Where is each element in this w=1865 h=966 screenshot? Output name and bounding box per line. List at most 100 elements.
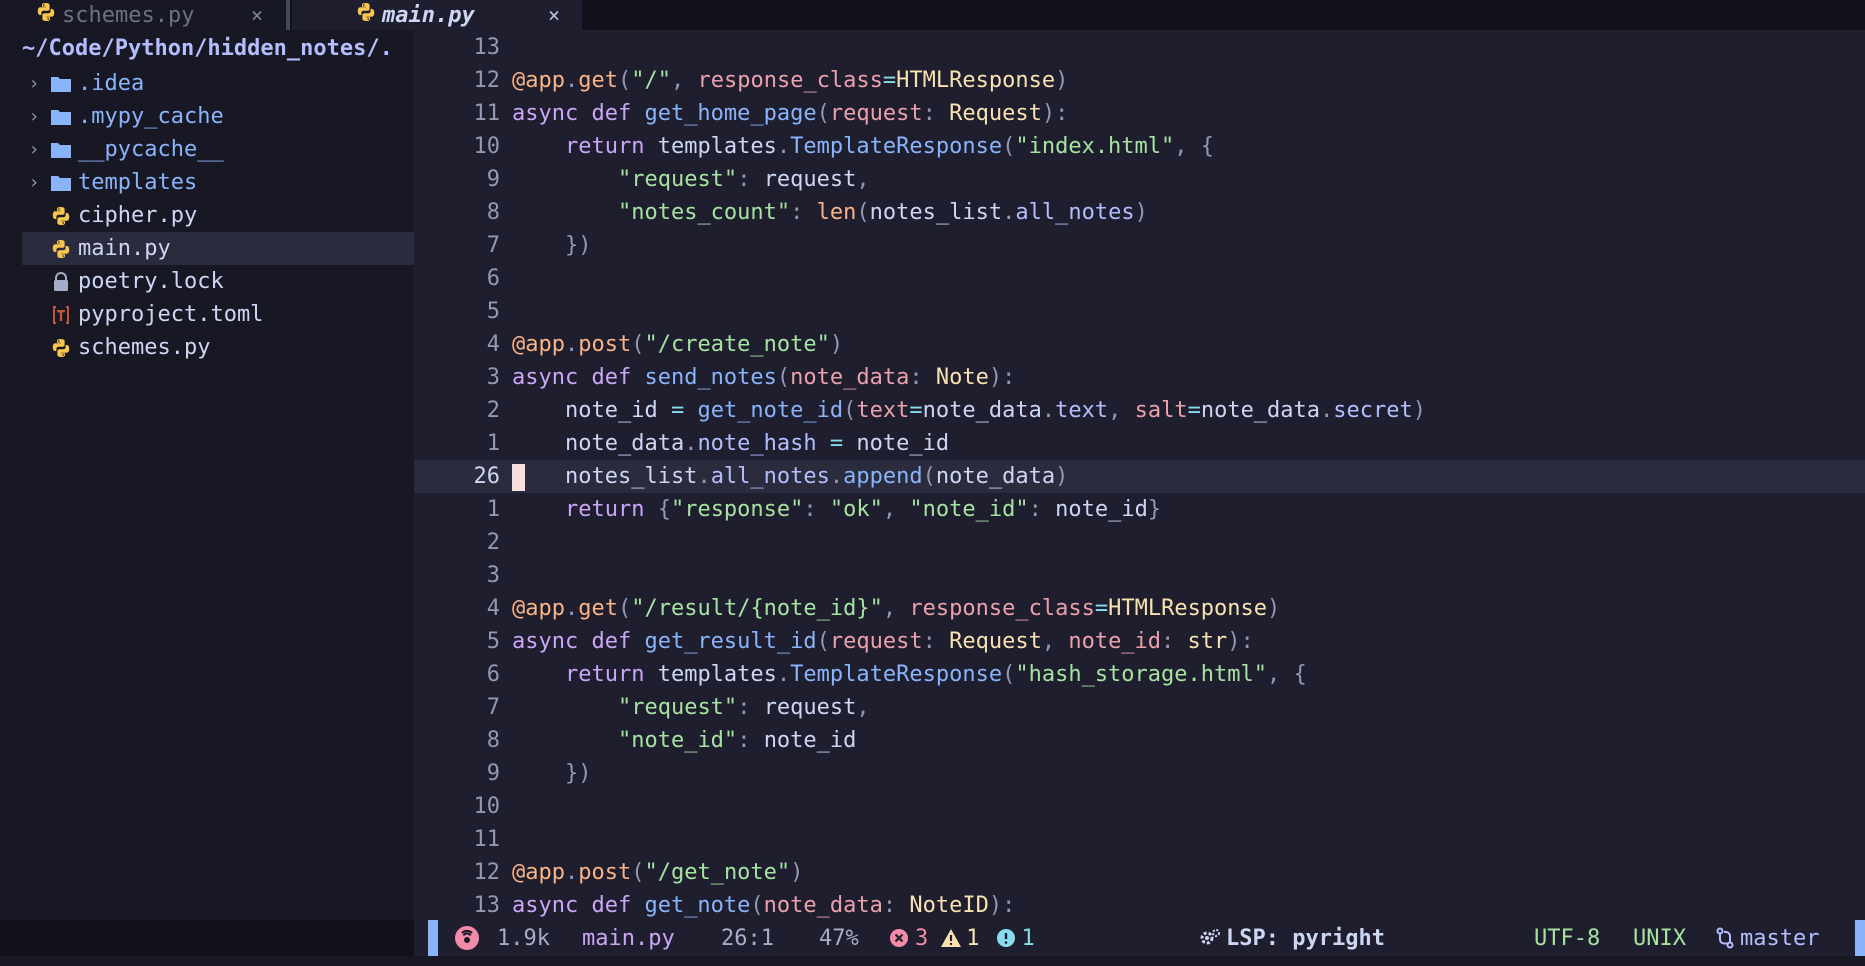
chevron-right-icon[interactable]: ›	[22, 73, 46, 94]
chevron-right-icon[interactable]: ›	[22, 139, 46, 160]
close-icon[interactable]: ×	[251, 3, 263, 27]
toml-icon	[46, 304, 76, 326]
code-text: async def send_notes(note_data: Note):	[512, 365, 1016, 390]
line-number: 12	[473, 860, 501, 885]
line-number: 26	[473, 464, 501, 489]
chevron-right-icon[interactable]: ›	[22, 172, 46, 193]
code-line[interactable]: 10 return templates.TemplateResponse("in…	[414, 130, 1865, 163]
line-number: 9	[486, 761, 500, 786]
python-icon	[356, 2, 376, 28]
code-text: })	[564, 761, 592, 786]
code-line[interactable]: 4 @app.post("/create_note")	[414, 328, 1865, 361]
tree-item-label: templates	[78, 170, 198, 195]
code-text: async def get_note(note_data: NoteID):	[512, 893, 1016, 918]
line-number: 8	[486, 728, 500, 753]
code-line[interactable]: 3	[414, 559, 1865, 592]
tab-main-py[interactable]: main.py ×	[292, 0, 582, 30]
python-icon	[46, 206, 76, 226]
tree-item-label: .idea	[78, 71, 145, 96]
code-line[interactable]: 13	[414, 31, 1865, 64]
code-text: @app.get("/result/{note_id}", response_c…	[512, 596, 1281, 621]
code-editor[interactable]: 13 12 @app.get("/", response_class=HTMLRe…	[414, 30, 1865, 920]
code-line[interactable]: 7 "request": request,	[414, 691, 1865, 724]
code-line[interactable]: 1 note_data.note_hash = note_id	[414, 427, 1865, 460]
error-icon	[889, 928, 909, 948]
status-file-name[interactable]: main.py	[582, 920, 675, 956]
code-text: "note_id": note_id	[617, 728, 857, 753]
cursor-position: 26:1	[721, 925, 774, 951]
code-line[interactable]: 11	[414, 823, 1865, 856]
code-line[interactable]: 2 note_id = get_note_id(text=note_data.t…	[414, 394, 1865, 427]
status-bar-bottom	[0, 956, 1865, 966]
tab-separator	[286, 0, 290, 30]
code-line[interactable]: 8 "notes_count": len(notes_list.all_note…	[414, 196, 1865, 229]
code-line[interactable]: 12 @app.post("/get_note")	[414, 856, 1865, 889]
code-line[interactable]: 6 return templates.TemplateResponse("has…	[414, 658, 1865, 691]
tree-item-label: cipher.py	[78, 203, 198, 228]
folder-icon	[46, 108, 76, 126]
line-number: 13	[473, 35, 501, 60]
folder-icon	[46, 141, 76, 159]
git-icon	[454, 920, 480, 956]
line-number: 12	[473, 68, 501, 93]
current-code-line[interactable]: 26 notes_list.all_notes.append(note_data…	[414, 460, 1865, 493]
encoding[interactable]: UTF-8	[1534, 920, 1600, 956]
tree-item-label: .mypy_cache	[78, 104, 224, 129]
code-text: "request": request,	[617, 695, 870, 720]
line-number: 1	[486, 431, 500, 456]
code-line[interactable]: 7 })	[414, 229, 1865, 262]
code-text: @app.post("/create_note")	[512, 332, 844, 357]
code-line[interactable]: 6	[414, 262, 1865, 295]
warning-icon	[940, 928, 962, 948]
code-line[interactable]: 4 @app.get("/result/{note_id}", response_…	[414, 592, 1865, 625]
explorer-root-path: ~/Code/Python/hidden_notes/.	[22, 36, 393, 61]
diagnostics[interactable]: 3 1 1	[889, 920, 1035, 956]
code-text: @app.post("/get_note")	[512, 860, 804, 885]
tree-item-cipher-py[interactable]: cipher.py	[22, 199, 414, 232]
mode-indicator	[428, 920, 438, 956]
code-line[interactable]: 13 async def get_note(note_data: NoteID):	[414, 889, 1865, 922]
lsp-status[interactable]: LSP: pyright	[1198, 920, 1385, 956]
tab-bar: schemes.py × main.py ×	[0, 0, 1865, 30]
tree-item-main-py[interactable]: main.py	[22, 232, 414, 265]
tab-label: main.py	[382, 2, 475, 28]
tree-item-templates[interactable]: › templates	[22, 166, 414, 199]
git-branch[interactable]: master	[1716, 920, 1819, 956]
line-number: 6	[486, 266, 500, 291]
code-line[interactable]: 12 @app.get("/", response_class=HTMLRespo…	[414, 64, 1865, 97]
code-line[interactable]: 10	[414, 790, 1865, 823]
close-icon[interactable]: ×	[548, 3, 560, 27]
code-text: })	[564, 233, 592, 258]
mode-indicator-right	[1855, 920, 1865, 956]
tab-schemes-py[interactable]: schemes.py ×	[0, 0, 285, 30]
file-explorer: ~/Code/Python/hidden_notes/. › .idea › .…	[0, 30, 414, 920]
folder-icon	[46, 75, 76, 93]
line-number: 2	[486, 530, 500, 555]
code-line[interactable]: 3 async def send_notes(note_data: Note):	[414, 361, 1865, 394]
tree-item-mypy-cache[interactable]: › .mypy_cache	[22, 100, 414, 133]
code-text: note_id = get_note_id(text=note_data.tex…	[512, 398, 1427, 423]
tree-item-idea[interactable]: › .idea	[22, 67, 414, 100]
status-bar-left	[0, 920, 414, 956]
tree-item-poetry-lock[interactable]: poetry.lock	[22, 265, 414, 298]
chevron-right-icon[interactable]: ›	[22, 106, 46, 127]
code-line[interactable]: 11 async def get_home_page(request: Reque…	[414, 97, 1865, 130]
tree-item-pyproject-toml[interactable]: pyproject.toml	[22, 298, 414, 331]
code-text: note_data.note_hash = note_id	[512, 431, 950, 456]
tree-item-label: pyproject.toml	[78, 302, 264, 327]
folder-icon	[46, 174, 76, 192]
code-line[interactable]: 1 return {"response": "ok", "note_id": n…	[414, 493, 1865, 526]
lsp-label: LSP: pyright	[1226, 925, 1385, 951]
code-text: return templates.TemplateResponse("index…	[564, 134, 1215, 159]
code-line[interactable]: 8 "note_id": note_id	[414, 724, 1865, 757]
code-text: async def get_result_id(request: Request…	[512, 629, 1254, 654]
code-line[interactable]: 5	[414, 295, 1865, 328]
code-line[interactable]: 5 async def get_result_id(request: Reques…	[414, 625, 1865, 658]
code-text: "notes_count": len(notes_list.all_notes)	[617, 200, 1148, 225]
line-ending[interactable]: UNIX	[1633, 920, 1686, 956]
code-line[interactable]: 9 })	[414, 757, 1865, 790]
code-line[interactable]: 2	[414, 526, 1865, 559]
tree-item-pycache[interactable]: › __pycache__	[22, 133, 414, 166]
code-line[interactable]: 9 "request": request,	[414, 163, 1865, 196]
tree-item-schemes-py[interactable]: schemes.py	[22, 331, 414, 364]
